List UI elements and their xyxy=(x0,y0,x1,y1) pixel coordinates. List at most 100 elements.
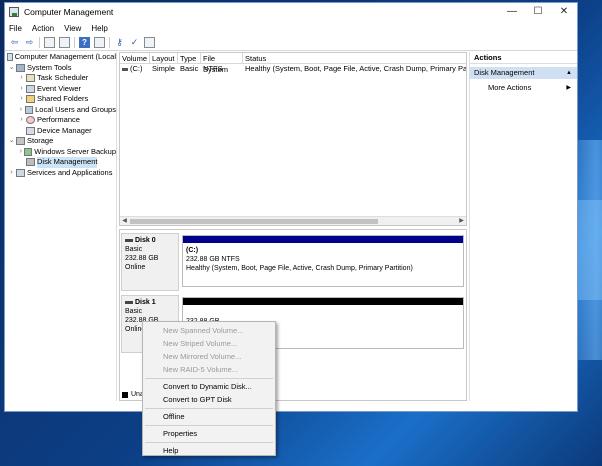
menu-item-new-mirrored-volume: New Mirrored Volume... xyxy=(163,352,242,361)
tree-item-shared-folders[interactable]: › Shared Folders xyxy=(5,94,116,105)
tree-item-storage[interactable]: ⌄ Storage xyxy=(5,136,116,147)
file-system-cell: NTFS xyxy=(203,64,223,73)
show-hide-tree-icon[interactable] xyxy=(59,37,70,48)
chevron-down-icon[interactable]: ⌄ xyxy=(7,136,16,147)
toolbar-separator xyxy=(74,37,75,48)
menu-item-new-raid5-volume: New RAID-5 Volume... xyxy=(163,365,239,374)
chevron-right-icon[interactable]: › xyxy=(17,147,24,158)
users-icon xyxy=(24,105,34,114)
layout-cell: Simple xyxy=(152,64,175,73)
type-cell: Basic xyxy=(180,64,199,73)
disk-0-label[interactable]: Disk 0 Basic 232.88 GB Online xyxy=(121,233,179,291)
computer-icon xyxy=(7,53,13,62)
check-icon[interactable]: ✓ xyxy=(129,37,140,48)
clock-icon xyxy=(26,74,35,83)
scrollbar-thumb[interactable] xyxy=(130,219,378,224)
maximize-button[interactable]: ☐ xyxy=(525,3,551,21)
backup-icon xyxy=(24,147,33,156)
tree-item-root[interactable]: Computer Management (Local xyxy=(5,52,116,63)
menu-separator xyxy=(145,441,273,443)
chevron-right-icon[interactable]: › xyxy=(17,115,26,126)
device-manager-icon xyxy=(26,126,35,135)
actions-section-disk-management[interactable]: Disk Management ▲ xyxy=(470,67,577,79)
column-type[interactable]: Type xyxy=(178,53,201,63)
menu-help[interactable]: Help xyxy=(91,24,107,33)
chevron-right-icon[interactable]: › xyxy=(17,84,26,95)
disk-icon xyxy=(125,300,133,304)
column-status[interactable]: Status xyxy=(243,53,466,63)
tree-item-local-users[interactable]: › Local Users and Groups xyxy=(5,105,116,116)
more-actions-item[interactable]: More Actions ▶ xyxy=(470,82,577,94)
menu-item-help[interactable]: Help xyxy=(143,444,275,457)
computer-management-icon xyxy=(9,7,19,17)
context-menu: New Spanned Volume... New Striped Volume… xyxy=(142,321,276,456)
shared-folder-icon xyxy=(26,95,35,104)
disk-0-partition[interactable]: (C:) 232.88 GB NTFS Healthy (System, Boo… xyxy=(182,235,464,287)
window-title: Computer Management xyxy=(24,7,114,17)
services-icon xyxy=(16,168,25,177)
menu-item-properties[interactable]: Properties xyxy=(143,427,275,440)
properties-icon[interactable] xyxy=(94,37,105,48)
menu-item-offline[interactable]: Offline xyxy=(143,410,275,423)
column-volume[interactable]: Volume xyxy=(120,53,150,63)
tree-item-task-scheduler[interactable]: › Task Scheduler xyxy=(5,73,116,84)
tree-item-disk-management[interactable]: Disk Management xyxy=(5,157,116,168)
menu-separator xyxy=(145,377,273,379)
chevron-right-icon[interactable]: › xyxy=(17,105,25,116)
tree-item-system-tools[interactable]: ⌄ System Tools xyxy=(5,63,116,74)
disk-icon xyxy=(125,238,133,242)
tree-item-event-viewer[interactable]: › Event Viewer xyxy=(5,84,116,95)
folder-up-icon[interactable] xyxy=(44,37,55,48)
chevron-right-icon[interactable]: › xyxy=(17,73,26,84)
partition-bar xyxy=(183,298,463,305)
scroll-left-icon[interactable]: ◀ xyxy=(120,217,129,226)
actions-pane: Actions Disk Management ▲ More Actions ▶ xyxy=(469,52,577,401)
collapse-icon[interactable]: ▲ xyxy=(566,67,572,79)
status-cell: Healthy (System, Boot, Page File, Active… xyxy=(245,64,466,73)
toolbar-separator xyxy=(109,37,110,48)
legend: Una xyxy=(122,391,144,398)
column-layout[interactable]: Layout xyxy=(150,53,178,63)
tree-item-device-manager[interactable]: Device Manager xyxy=(5,126,116,137)
submenu-arrow-icon: ▶ xyxy=(566,85,571,91)
toolbar-separator xyxy=(39,37,40,48)
menu-separator xyxy=(145,407,273,409)
title-bar[interactable]: Computer Management — ☐ ✕ xyxy=(5,3,577,21)
chevron-right-icon[interactable]: › xyxy=(7,168,16,179)
main-content: Computer Management (Local ⌄ System Tool… xyxy=(5,52,577,401)
actions-header: Actions xyxy=(470,52,577,64)
menu-action[interactable]: Action xyxy=(32,24,54,33)
chevron-right-icon[interactable]: › xyxy=(17,94,26,105)
close-button[interactable]: ✕ xyxy=(551,3,577,21)
tree-item-services[interactable]: › Services and Applications xyxy=(5,168,116,179)
column-file-system[interactable]: File System xyxy=(201,53,243,74)
tree-item-performance[interactable]: › Performance xyxy=(5,115,116,126)
back-arrow-icon[interactable]: ⇦ xyxy=(9,37,20,48)
menu-separator xyxy=(145,424,273,426)
toolbar: ⇦ ⇨ ? ⚷ ✓ xyxy=(5,35,577,51)
scroll-right-icon[interactable]: ▶ xyxy=(457,217,466,226)
menu-item-convert-gpt[interactable]: Convert to GPT Disk xyxy=(143,393,275,406)
menu-item-convert-dynamic[interactable]: Convert to Dynamic Disk... xyxy=(143,380,275,393)
menu-view[interactable]: View xyxy=(64,24,81,33)
volume-list: Volume Layout Type File System Status (C… xyxy=(119,52,467,226)
minimize-button[interactable]: — xyxy=(499,3,525,21)
key-icon[interactable]: ⚷ xyxy=(114,37,125,48)
help-icon[interactable]: ? xyxy=(79,37,90,48)
tree-item-windows-server-backup[interactable]: › Windows Server Backup xyxy=(5,147,116,158)
volume-cell: (C:) xyxy=(120,64,150,74)
view-icon[interactable] xyxy=(144,37,155,48)
partition-bar xyxy=(183,236,463,243)
chevron-down-icon[interactable]: ⌄ xyxy=(7,63,16,74)
horizontal-scrollbar[interactable]: ◀ ▶ xyxy=(120,216,466,225)
tools-icon xyxy=(16,63,25,72)
menu-file[interactable]: File xyxy=(9,24,22,33)
unallocated-swatch xyxy=(122,391,128,398)
forward-arrow-icon[interactable]: ⇨ xyxy=(24,37,35,48)
menu-item-new-striped-volume: New Striped Volume... xyxy=(163,339,238,348)
table-row[interactable]: (C:) Simple Basic NTFS Healthy (System, … xyxy=(120,64,466,74)
disk-0-row[interactable]: Disk 0 Basic 232.88 GB Online (C:) 232.8… xyxy=(120,233,466,293)
storage-icon xyxy=(16,137,25,146)
menu-item-new-spanned-volume: New Spanned Volume... xyxy=(163,326,244,335)
volume-list-header: Volume Layout Type File System Status xyxy=(120,53,466,74)
